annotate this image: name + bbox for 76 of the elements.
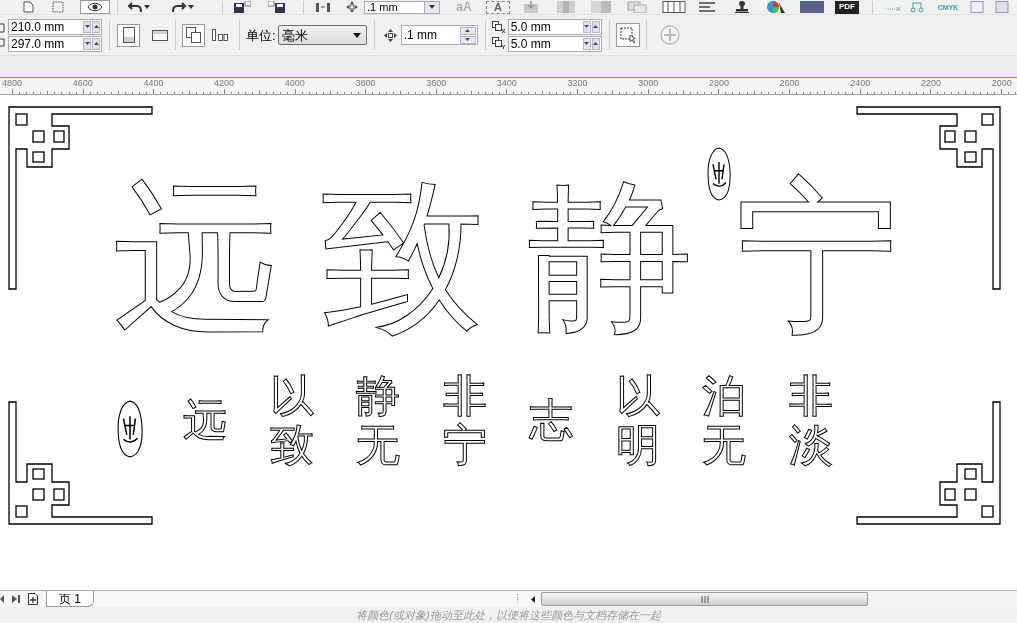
calligraphy-character: 致	[320, 175, 486, 340]
floppy-disk-icon[interactable]	[233, 1, 251, 13]
calligraphy-character: 静	[527, 175, 693, 340]
ruler-label: 4600	[72, 78, 93, 88]
ruler-label: 2000	[991, 78, 1012, 88]
overlapping-pages-icon	[185, 27, 202, 43]
calligraphy-column: 泊无	[702, 372, 747, 469]
calligraphy-column: 非淡	[788, 372, 833, 469]
grip-lines-icon	[700, 595, 709, 603]
seal-stamp-icon	[117, 400, 143, 458]
duplicate-offset-y-icon	[491, 37, 506, 49]
dropdown-button[interactable]	[424, 0, 440, 14]
horizontal-scrollbar[interactable]	[541, 591, 1017, 607]
ruler-label: 3800	[355, 78, 376, 88]
select-frame-button[interactable]	[615, 23, 640, 47]
caret-icon	[352, 32, 361, 38]
calligraphy-column: 非宁	[442, 372, 487, 469]
dashed-frame-cursor-icon	[619, 27, 636, 43]
calligraphy-character: 远	[113, 175, 278, 340]
calligraphy-column: 远	[183, 396, 227, 445]
ruler-label: 4000	[284, 78, 305, 88]
nudge-field[interactable]: .1 mm	[364, 0, 424, 14]
seal-stamp-icon	[707, 147, 731, 201]
left-triangle-icon	[531, 595, 535, 603]
ruler-label: 2200	[920, 78, 941, 88]
units-dropdown[interactable]: 毫米	[277, 25, 367, 45]
previous-page-icon[interactable]	[0, 595, 4, 603]
page-bars-icon	[211, 29, 228, 41]
page-scope-button[interactable]	[182, 23, 205, 47]
grip-icon[interactable]	[516, 593, 519, 605]
ruler-label: 4200	[214, 78, 235, 88]
ruler-label: 2800	[708, 78, 729, 88]
landscape-page-icon	[151, 29, 168, 41]
calligraphy-column: 以致	[269, 372, 314, 469]
scrollbar-thumb[interactable]	[541, 592, 868, 606]
calligraphy-column: 以明	[615, 372, 660, 469]
stamp-icon[interactable]	[733, 1, 751, 13]
calligraphy-column: 静无	[356, 372, 401, 469]
add-page-icon[interactable]	[28, 593, 38, 605]
floppy-disk-icon[interactable]	[268, 1, 286, 13]
portrait-page-icon	[122, 27, 135, 43]
caret-icon[interactable]	[188, 5, 194, 9]
move-arrows-icon	[383, 28, 397, 42]
ruler-label: 3200	[567, 78, 588, 88]
ruler-label: 2400	[850, 78, 871, 88]
dotted-frame-icon[interactable]	[52, 1, 64, 13]
ruler-label: 3000	[638, 78, 659, 88]
table-icon[interactable]	[662, 1, 686, 13]
fit-text-frame-button[interactable]: A	[486, 0, 510, 14]
nodes-icon[interactable]	[910, 1, 924, 13]
undo-icon[interactable]	[128, 1, 142, 13]
ruler-label: 2600	[779, 78, 800, 88]
columns-icon[interactable]	[315, 1, 331, 13]
page-tab[interactable]: 页 1	[46, 591, 94, 607]
ruler-label: 4400	[143, 78, 164, 88]
duplicate-offset-x-icon	[491, 21, 506, 33]
rectangle-swatch-icon[interactable]	[799, 1, 825, 13]
caret-icon[interactable]	[144, 5, 150, 9]
redo-icon[interactable]	[172, 1, 186, 13]
calligraphy-character: 宁	[735, 175, 900, 340]
preview-toggle[interactable]	[80, 0, 110, 14]
caret-icon	[429, 5, 435, 9]
eye-icon	[87, 2, 103, 12]
units-label: 单位:	[246, 28, 276, 42]
move-arrows-icon[interactable]	[345, 1, 359, 13]
ruler-label: 3400	[496, 78, 517, 88]
ruler-label: 3600	[426, 78, 447, 88]
orientation-button[interactable]	[117, 23, 140, 47]
last-page-icon[interactable]	[12, 595, 20, 603]
pdf-button[interactable]: PDF	[835, 0, 859, 14]
list-icon[interactable]	[698, 1, 716, 13]
document-icon[interactable]	[22, 1, 34, 13]
ruler-label: 4800	[2, 78, 23, 88]
calligraphy-column: 志	[529, 396, 574, 445]
color-wheel-icon[interactable]	[765, 1, 787, 13]
status-hint: 将颜色(或对象)拖动至此处，以便将这些颜色与文档存储在一起	[356, 609, 661, 621]
